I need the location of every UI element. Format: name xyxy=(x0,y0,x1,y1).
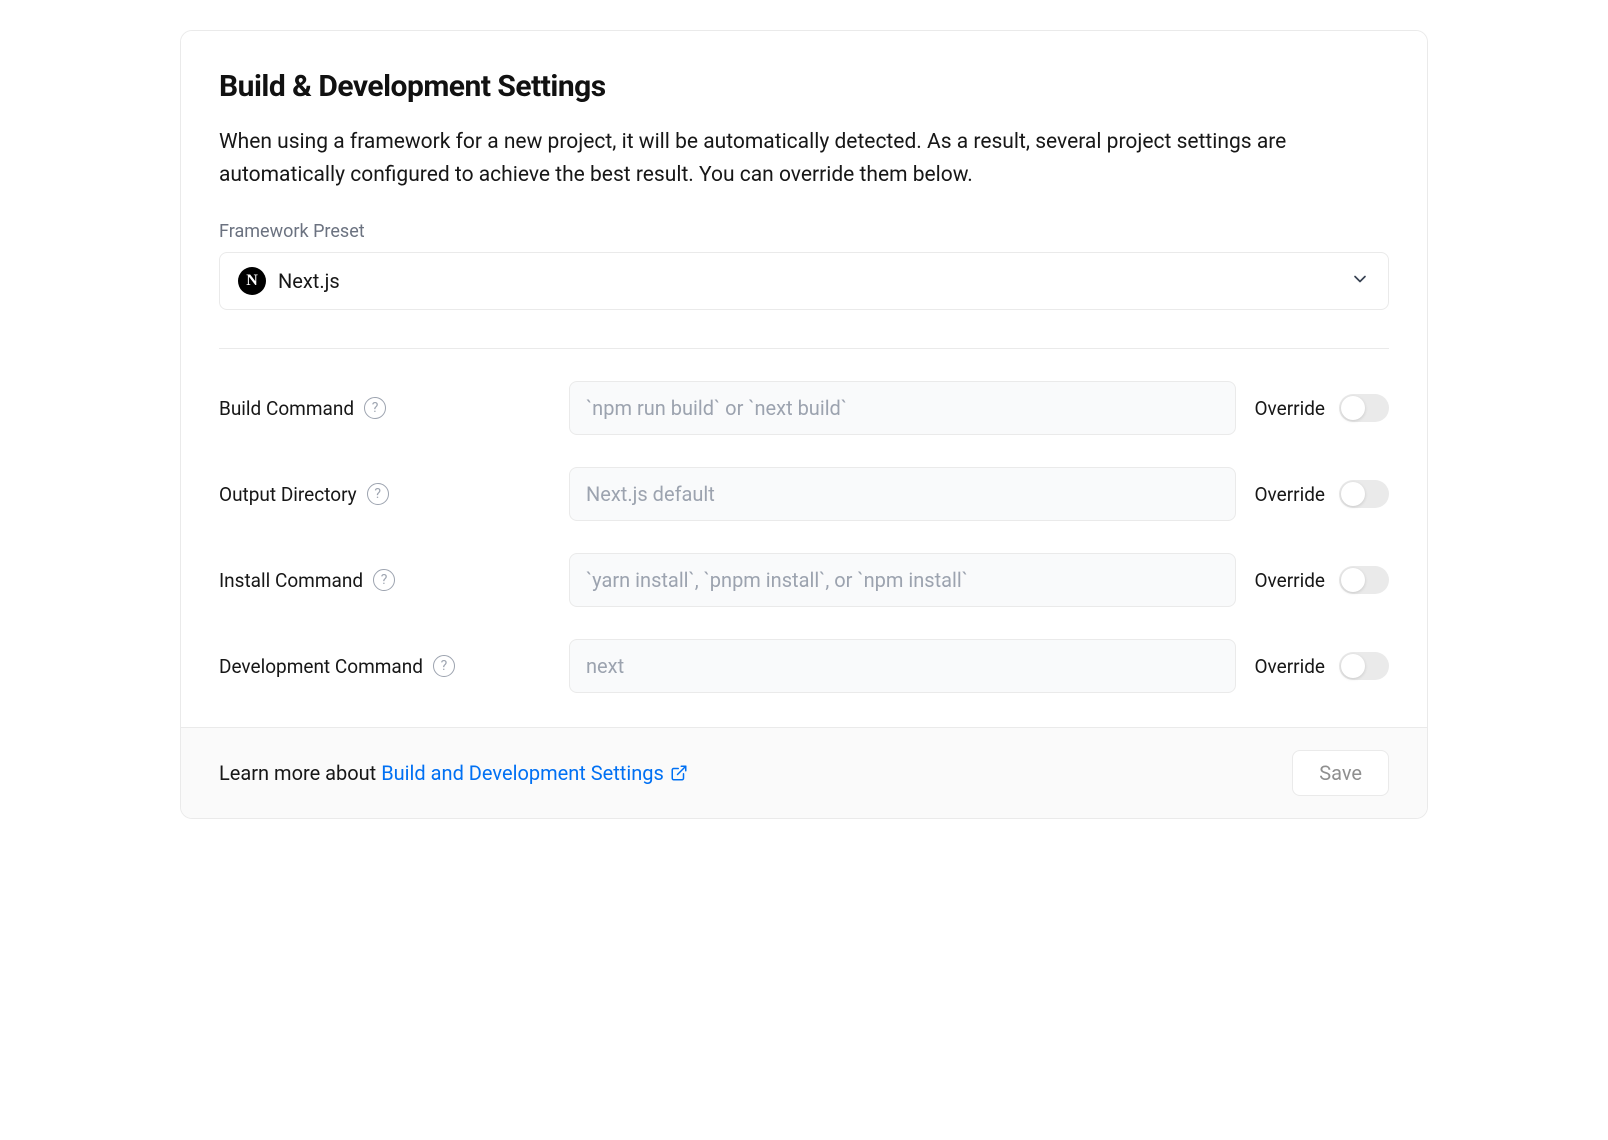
install-command-override: Override xyxy=(1254,566,1389,594)
development-command-toggle[interactable] xyxy=(1339,652,1389,680)
framework-label: Framework Preset xyxy=(219,221,1389,242)
install-command-label: Install Command xyxy=(219,569,363,592)
framework-selected-value: Next.js xyxy=(278,269,340,293)
output-directory-label-wrap: Output Directory ? xyxy=(219,483,551,506)
output-directory-row: Output Directory ? Override xyxy=(219,467,1389,521)
output-directory-toggle[interactable] xyxy=(1339,480,1389,508)
external-link-icon xyxy=(670,764,688,782)
development-command-input[interactable] xyxy=(569,639,1236,693)
build-command-toggle[interactable] xyxy=(1339,394,1389,422)
divider xyxy=(219,348,1389,349)
footer-text: Learn more about Build and Development S… xyxy=(219,761,688,785)
build-dev-settings-card: Build & Development Settings When using … xyxy=(180,30,1428,819)
section-title: Build & Development Settings xyxy=(219,69,1389,104)
build-command-input[interactable] xyxy=(569,381,1236,435)
save-button[interactable]: Save xyxy=(1292,750,1389,796)
footer-prefix: Learn more about xyxy=(219,761,381,785)
development-command-label: Development Command xyxy=(219,655,423,678)
framework-preset-select[interactable]: N Next.js xyxy=(219,252,1389,310)
help-icon[interactable]: ? xyxy=(364,397,386,419)
output-directory-override: Override xyxy=(1254,480,1389,508)
build-command-override: Override xyxy=(1254,394,1389,422)
card-body: Build & Development Settings When using … xyxy=(181,31,1427,727)
install-command-input[interactable] xyxy=(569,553,1236,607)
card-footer: Learn more about Build and Development S… xyxy=(181,727,1427,818)
install-command-row: Install Command ? Override xyxy=(219,553,1389,607)
override-label: Override xyxy=(1254,655,1325,678)
build-command-label-wrap: Build Command ? xyxy=(219,397,551,420)
output-directory-label: Output Directory xyxy=(219,483,357,506)
build-command-label: Build Command xyxy=(219,397,354,420)
build-command-row: Build Command ? Override xyxy=(219,381,1389,435)
docs-link-text: Build and Development Settings xyxy=(381,761,664,785)
output-directory-input[interactable] xyxy=(569,467,1236,521)
development-command-row: Development Command ? Override xyxy=(219,639,1389,693)
docs-link[interactable]: Build and Development Settings xyxy=(381,761,688,785)
development-command-override: Override xyxy=(1254,652,1389,680)
override-label: Override xyxy=(1254,397,1325,420)
help-icon[interactable]: ? xyxy=(367,483,389,505)
development-command-label-wrap: Development Command ? xyxy=(219,655,551,678)
override-label: Override xyxy=(1254,483,1325,506)
help-icon[interactable]: ? xyxy=(433,655,455,677)
section-description: When using a framework for a new project… xyxy=(219,126,1389,191)
help-icon[interactable]: ? xyxy=(373,569,395,591)
framework-select-left: N Next.js xyxy=(238,267,340,295)
nextjs-icon: N xyxy=(238,267,266,295)
install-command-label-wrap: Install Command ? xyxy=(219,569,551,592)
chevron-down-icon xyxy=(1350,269,1370,293)
override-label: Override xyxy=(1254,569,1325,592)
install-command-toggle[interactable] xyxy=(1339,566,1389,594)
